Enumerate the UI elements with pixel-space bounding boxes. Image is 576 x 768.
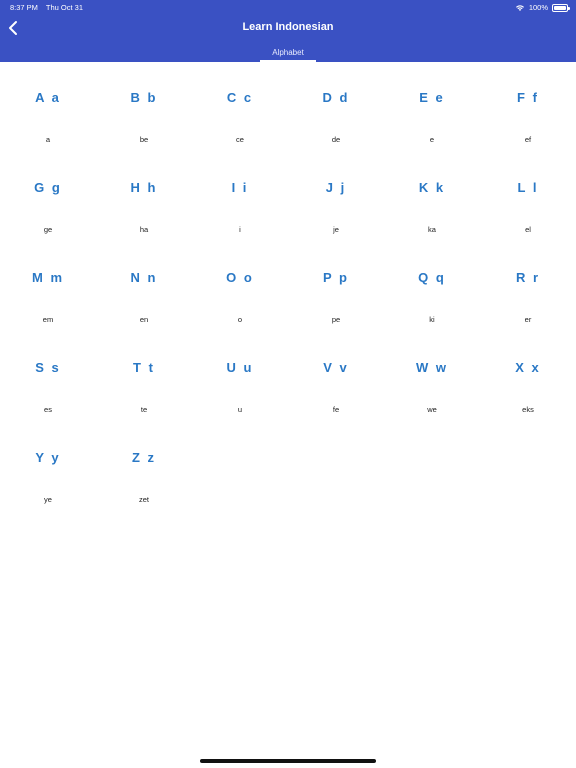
letter-text: A a	[35, 90, 61, 105]
battery-fill	[554, 5, 566, 10]
letter-cell[interactable]: V v fe	[288, 332, 384, 422]
letter-cell[interactable]: T t te	[96, 332, 192, 422]
letter-text: V v	[323, 360, 349, 375]
letter-cell[interactable]: J j je	[288, 152, 384, 242]
pronunciation-text: er	[524, 315, 532, 324]
pronunciation-text: ye	[44, 495, 52, 504]
home-indicator	[200, 759, 376, 763]
pronunciation-text: ha	[139, 225, 149, 234]
battery-tip	[568, 6, 570, 10]
letter-cell[interactable]: X x eks	[480, 332, 576, 422]
letter-cell[interactable]: Y y ye	[0, 422, 96, 512]
letter-text: X x	[515, 360, 541, 375]
letter-text: W w	[416, 360, 448, 375]
pronunciation-text: ki	[429, 315, 435, 324]
letter-text: B b	[130, 90, 158, 105]
pronunciation-text: be	[139, 135, 149, 144]
status-right: 100%	[515, 3, 570, 12]
letter-text: J j	[325, 180, 347, 195]
pronunciation-text: pe	[331, 315, 341, 324]
letter-text: Z z	[131, 450, 157, 465]
pronunciation-text: eks	[522, 405, 534, 414]
letter-text: H h	[130, 180, 158, 195]
pronunciation-text: em	[42, 315, 54, 324]
letter-text: C c	[226, 90, 254, 105]
letter-cell[interactable]: L l el	[480, 152, 576, 242]
letter-cell[interactable]: B b be	[96, 62, 192, 152]
app-screen: 8:37 PM Thu Oct 31 100% Learn Indonesian…	[0, 0, 576, 768]
letter-text: K k	[418, 180, 446, 195]
pronunciation-text: ef	[524, 135, 532, 144]
letter-text: F f	[517, 90, 539, 105]
pronunciation-text: fe	[332, 405, 340, 414]
pronunciation-text: o	[237, 315, 243, 324]
letter-cell[interactable]: U u u	[192, 332, 288, 422]
pronunciation-text: te	[140, 405, 148, 414]
letter-cell[interactable]: M m em	[0, 242, 96, 332]
pronunciation-text: es	[44, 405, 52, 414]
letter-cell[interactable]: Q q ki	[384, 242, 480, 332]
letter-text: Y y	[35, 450, 61, 465]
tab-alphabet[interactable]: Alphabet	[260, 44, 316, 62]
pronunciation-text: zet	[138, 495, 149, 504]
status-bar: 8:37 PM Thu Oct 31 100%	[0, 0, 576, 14]
letter-cell[interactable]: F f ef	[480, 62, 576, 152]
letter-text: G g	[34, 180, 62, 195]
pronunciation-text: ka	[428, 225, 436, 234]
letter-cell[interactable]: O o o	[192, 242, 288, 332]
letter-cell[interactable]: E e e	[384, 62, 480, 152]
letter-cell[interactable]: N n en	[96, 242, 192, 332]
tab-alphabet-label: Alphabet	[272, 48, 304, 57]
pronunciation-text: en	[139, 315, 149, 324]
letter-text: L l	[517, 180, 539, 195]
letter-cell[interactable]: S s es	[0, 332, 96, 422]
letter-text: M m	[32, 270, 64, 285]
wifi-icon	[515, 4, 524, 11]
letter-text: S s	[35, 360, 61, 375]
status-date: Thu Oct 31	[45, 3, 83, 12]
letter-cell[interactable]: R r er	[480, 242, 576, 332]
letter-text: U u	[226, 360, 254, 375]
letter-cell[interactable]: A a a	[0, 62, 96, 152]
pronunciation-text: u	[237, 405, 243, 414]
letter-text: D d	[322, 90, 350, 105]
pronunciation-text: i	[239, 225, 241, 234]
letter-cell[interactable]: C c ce	[192, 62, 288, 152]
letter-text: O o	[226, 270, 254, 285]
pronunciation-text: de	[331, 135, 341, 144]
letter-cell[interactable]: G g ge	[0, 152, 96, 242]
letter-cell[interactable]: I i i	[192, 152, 288, 242]
letter-cell[interactable]: H h ha	[96, 152, 192, 242]
letter-cell[interactable]: P p pe	[288, 242, 384, 332]
status-time: 8:37 PM	[10, 3, 38, 12]
letter-text: T t	[133, 360, 155, 375]
letter-cell[interactable]: Z z zet	[96, 422, 192, 512]
letter-cell[interactable]: W w we	[384, 332, 480, 422]
pronunciation-text: e	[429, 135, 435, 144]
pronunciation-text: el	[525, 225, 531, 234]
letter-text: P p	[323, 270, 349, 285]
letter-cell[interactable]: K k ka	[384, 152, 480, 242]
battery-icon	[552, 3, 570, 12]
letter-cell[interactable]: D d de	[288, 62, 384, 152]
letter-text: I i	[231, 180, 249, 195]
letter-text: Q q	[418, 270, 446, 285]
pronunciation-text: je	[333, 225, 339, 234]
letter-text: R r	[515, 270, 541, 285]
page-title: Learn Indonesian	[242, 21, 334, 33]
pronunciation-text: a	[45, 135, 51, 144]
header-bar: 8:37 PM Thu Oct 31 100% Learn Indonesian…	[0, 0, 576, 62]
status-left: 8:37 PM Thu Oct 31	[10, 3, 89, 12]
pronunciation-text: ce	[236, 135, 244, 144]
letter-text: N n	[130, 270, 158, 285]
letter-text: E e	[419, 90, 445, 105]
pronunciation-text: ge	[43, 225, 53, 234]
pronunciation-text: we	[427, 405, 437, 414]
battery-percent: 100%	[528, 3, 548, 12]
